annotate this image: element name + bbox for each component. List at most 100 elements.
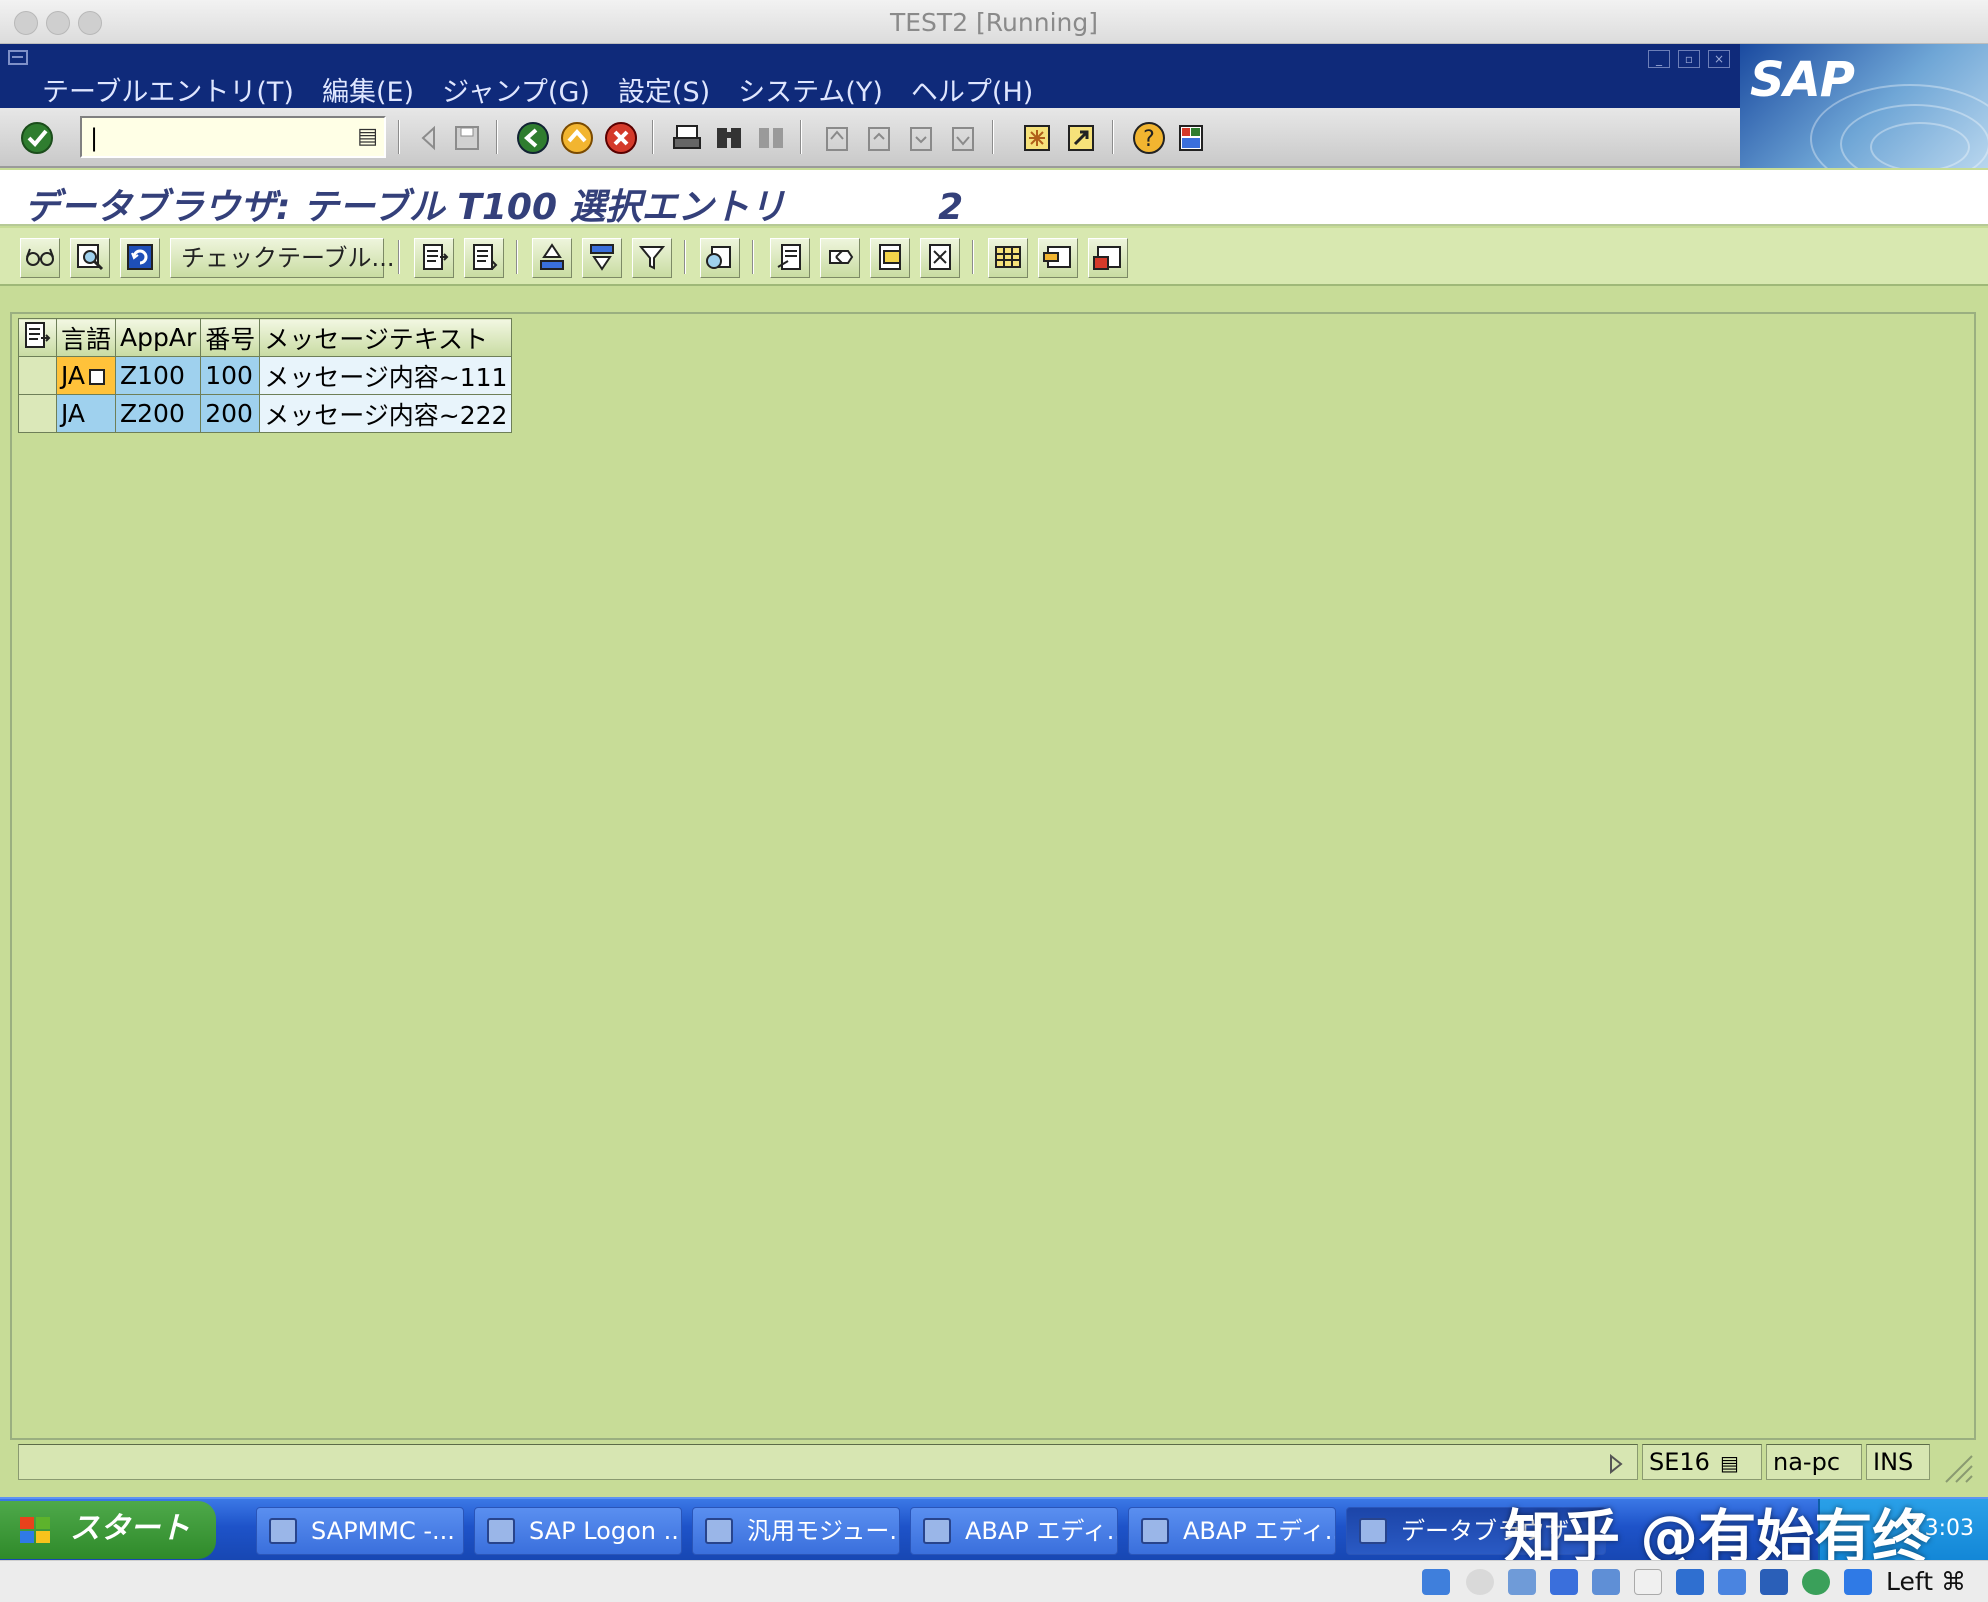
send-button[interactable] [820,238,860,278]
last-page-icon [952,127,974,151]
sap-logo: SAP [1750,52,1855,108]
optical-drive-icon[interactable] [1466,1569,1494,1595]
help-icon[interactable]: ? [1130,119,1168,157]
detail-list-button[interactable] [464,238,504,278]
menu-table-entry[interactable]: テーブルエントリ(T) [42,70,294,109]
cell-message-text[interactable]: メッセージ内容~111 [259,356,513,395]
task-sapmmc[interactable]: SAPMMC -... [256,1507,464,1555]
menu-goto[interactable]: ジャンプ(G) [442,70,590,109]
windows-logo-icon [20,1517,50,1543]
resize-grip-icon[interactable] [1938,1448,1974,1484]
command-history-icon[interactable]: ▤ [357,124,378,149]
check-table-button[interactable]: チェックテーブル... [170,238,394,278]
task-function-module[interactable]: 汎用モジュー... [692,1507,900,1555]
exit-icon[interactable] [558,119,596,157]
find-icon[interactable] [710,119,748,157]
start-button[interactable]: スタート [0,1501,216,1559]
column-header-message-text[interactable]: メッセージテキスト [259,318,513,357]
row-selector[interactable] [18,356,57,395]
sap-logo-area: SAP [1740,44,1988,168]
totals-button[interactable] [700,238,740,278]
audio-icon[interactable] [1508,1569,1536,1595]
sap-restore-button[interactable]: ▫ [1678,50,1700,68]
column-header-appar[interactable]: AppAr [115,318,202,357]
virtualization-icon[interactable] [1760,1569,1788,1595]
find-next-icon [759,128,783,148]
network-icon[interactable] [1550,1569,1578,1595]
display-icon[interactable] [1676,1569,1704,1595]
details-button[interactable] [414,238,454,278]
sap-minimize-button[interactable]: _ [1648,50,1670,68]
application-toolbar: チェックテーブル... [0,228,1988,286]
select-layout-button[interactable] [1038,238,1078,278]
usb-icon[interactable] [1592,1569,1620,1595]
status-transaction[interactable]: SE16 ▤ [1642,1444,1762,1480]
table-header-row: 言語 AppAr 番号 メッセージテキスト [18,318,513,357]
menu-help[interactable]: ヘルプ(H) [911,70,1033,109]
select-button[interactable] [70,238,110,278]
select-all-cell[interactable] [18,318,57,357]
task-abap-editor-2[interactable]: ABAP エディ... [1128,1507,1336,1555]
cell-language[interactable]: JA [55,356,117,395]
refresh-button[interactable] [120,238,160,278]
table-row[interactable]: JA Z100 100 メッセージ内容~111 [18,356,513,395]
status-insert-mode[interactable]: INS [1866,1444,1930,1480]
shared-folders-icon[interactable] [1634,1569,1662,1595]
sort-ascending-button[interactable] [532,238,572,278]
column-header-language[interactable]: 言語 [55,318,117,357]
screen-title-area: データブラウザ: テーブル T100 選択エントリ 2 [0,170,1988,228]
f4-help-icon[interactable] [89,369,106,385]
cell-appar[interactable]: Z100 [115,356,202,395]
task-sap-logon[interactable]: SAP Logon ... [474,1507,682,1555]
keyboard-capture-icon[interactable] [1844,1569,1872,1595]
change-layout-button[interactable] [988,238,1028,278]
next-page-icon [910,127,932,151]
save-layout-button[interactable] [1088,238,1128,278]
system-toolbar: | ▤ ? [0,108,1740,168]
host-window-titlebar: TEST2 [Running] [0,0,1988,44]
system-menu-icon[interactable] [8,50,30,66]
cell-language[interactable]: JA [55,394,117,433]
enter-icon[interactable] [18,119,56,157]
app-icon [1141,1518,1169,1544]
sort-ascending-icon [540,243,564,270]
command-field[interactable]: | ▤ [80,116,386,158]
status-toggle-icon[interactable] [1608,1454,1624,1474]
filter-button[interactable] [632,238,672,278]
cell-message-text[interactable]: メッセージ内容~222 [259,394,513,433]
glasses-icon [26,248,54,266]
back-icon[interactable] [514,119,552,157]
screen-title: データブラウザ: テーブル T100 選択エントリ [24,187,786,228]
cell-number[interactable]: 100 [200,356,261,395]
create-shortcut-icon[interactable] [1062,119,1100,157]
create-session-icon[interactable] [1018,119,1056,157]
menu-settings[interactable]: 設定(S) [618,70,710,109]
row-selector[interactable] [18,394,57,433]
mouse-integration-icon[interactable] [1802,1569,1830,1595]
print-icon[interactable] [668,119,706,157]
sort-descending-button[interactable] [582,238,622,278]
export-icon [777,244,801,270]
column-header-number[interactable]: 番号 [200,318,261,357]
status-server: na-pc [1766,1444,1862,1480]
cancel-icon[interactable] [602,119,640,157]
word-processing-button[interactable] [870,238,910,278]
cell-appar[interactable]: Z200 [115,394,202,433]
display-button[interactable] [20,238,60,278]
spreadsheet-button[interactable] [920,238,960,278]
video-capture-icon[interactable] [1718,1569,1746,1595]
layout-menu-icon[interactable] [1172,119,1210,157]
system-info-icon[interactable]: ▤ [1720,1451,1739,1475]
select-all-icon [25,321,51,348]
save-icon[interactable] [448,119,486,157]
menu-system[interactable]: システム(Y) [738,70,883,109]
table-row[interactable]: JA Z200 200 メッセージ内容~222 [18,394,513,433]
status-message-field [18,1444,1638,1480]
menu-edit[interactable]: 編集(E) [322,70,414,109]
hard-disk-icon[interactable] [1422,1569,1450,1595]
export-button[interactable] [770,238,810,278]
app-icon [487,1518,515,1544]
cell-number[interactable]: 200 [200,394,261,433]
task-abap-editor-1[interactable]: ABAP エディ... [910,1507,1118,1555]
sap-close-button[interactable]: × [1708,50,1730,68]
